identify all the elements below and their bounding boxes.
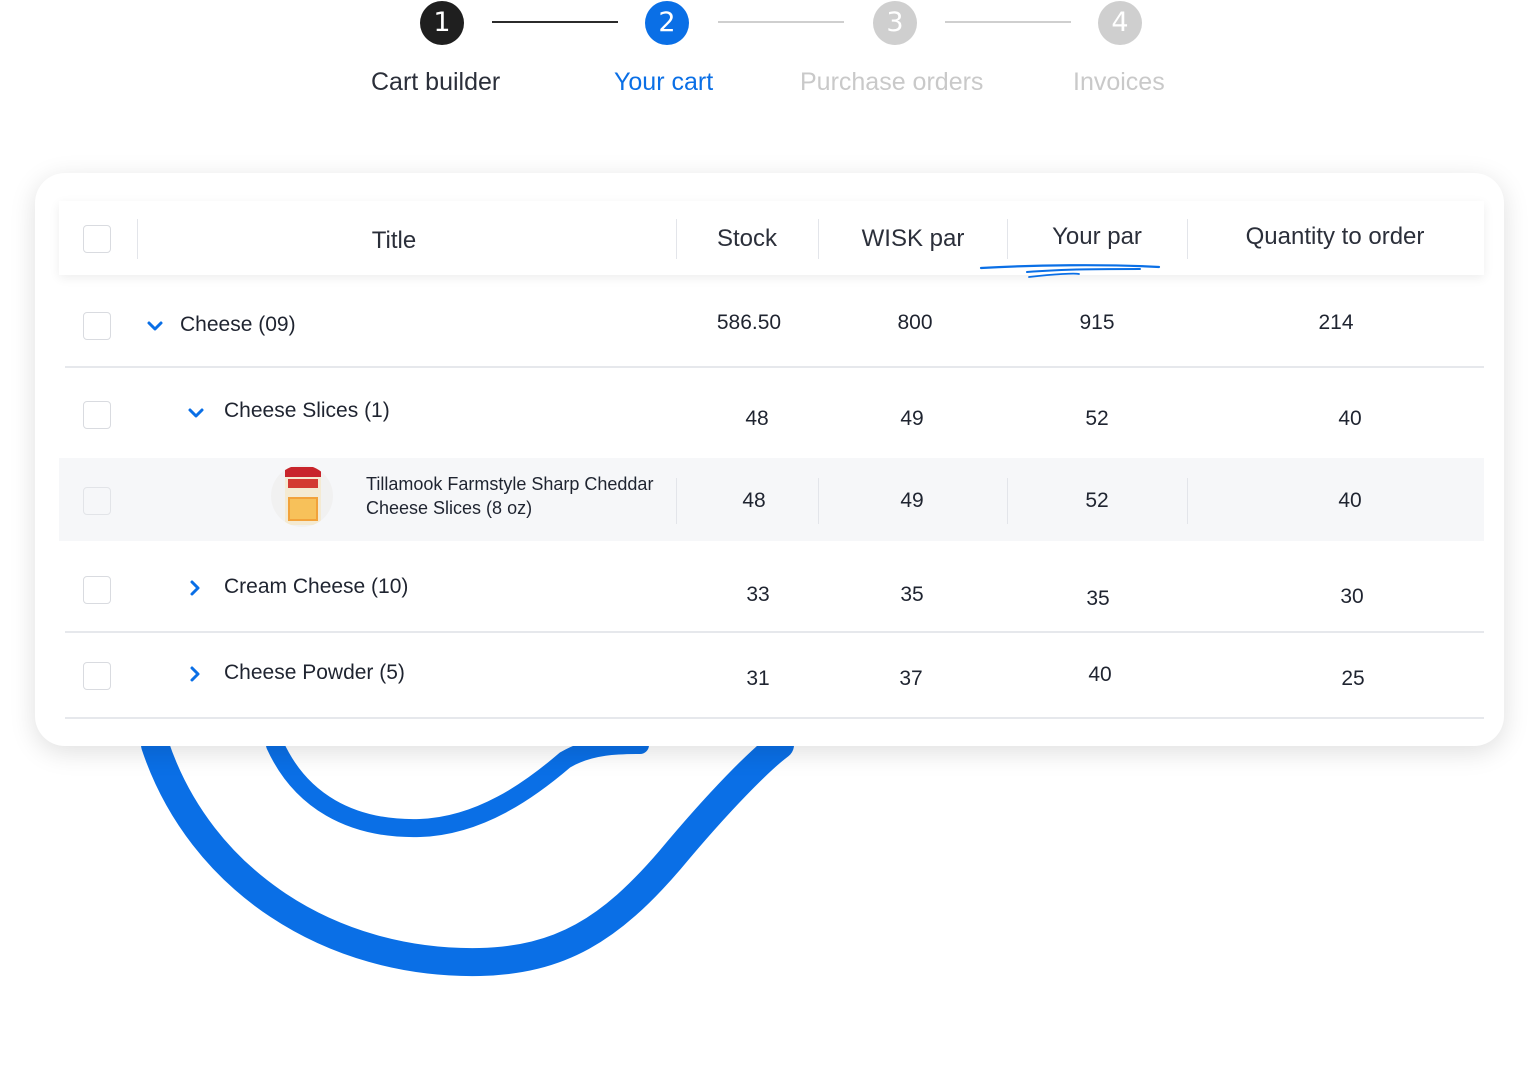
product-image <box>271 465 333 527</box>
row-checkbox[interactable] <box>83 401 111 429</box>
cheese-package-icon <box>285 467 321 525</box>
column-divider <box>676 219 677 259</box>
chevron-down-icon[interactable] <box>145 316 165 336</box>
step-label: Your cart <box>614 68 714 96</box>
column-header-title[interactable]: Title <box>372 227 416 255</box>
wisk-par-value: 49 <box>900 407 924 430</box>
stepper-connector <box>492 21 618 23</box>
your-par-value: 40 <box>1088 663 1112 686</box>
stock-value: 33 <box>746 583 770 606</box>
quantity-to-order-value: 214 <box>1318 311 1354 334</box>
row-divider <box>65 366 1484 368</box>
column-divider <box>818 478 819 524</box>
stepper-connector <box>718 21 844 23</box>
column-header-wisk-par[interactable]: WISK par <box>862 225 965 253</box>
quantity-to-order-value: 40 <box>1338 407 1362 430</box>
wisk-par-value: 35 <box>900 583 924 606</box>
step-number-badge: 2 <box>645 1 689 45</box>
stepper-connector <box>945 21 1071 23</box>
stock-value: 31 <box>746 667 770 690</box>
row-checkbox[interactable] <box>83 487 111 515</box>
stock-value: 48 <box>745 407 769 430</box>
your-par-value: 52 <box>1085 489 1109 512</box>
step-number-badge: 3 <box>873 1 917 45</box>
column-divider <box>1007 219 1008 259</box>
column-header-quantity-to-order[interactable]: Quantity to order <box>1246 223 1425 251</box>
row-checkbox[interactable] <box>83 662 111 690</box>
step-label: Purchase orders <box>800 68 984 96</box>
chevron-right-icon[interactable] <box>185 664 205 684</box>
cart-table-card: Title Stock WISK par Your par Quantity t… <box>35 173 1504 746</box>
your-par-value: 52 <box>1085 407 1109 430</box>
row-divider <box>65 631 1484 633</box>
wisk-par-value: 800 <box>897 311 933 334</box>
row-divider <box>65 717 1484 719</box>
column-divider <box>1007 478 1008 524</box>
your-par-value: 35 <box>1086 587 1110 610</box>
wisk-par-value: 49 <box>900 489 924 512</box>
column-divider <box>676 478 677 524</box>
step-number-badge: 4 <box>1098 1 1142 45</box>
column-divider <box>1187 219 1188 259</box>
chevron-right-icon[interactable] <box>185 578 205 598</box>
table-header: Title Stock WISK par Your par Quantity t… <box>59 201 1484 275</box>
row-checkbox[interactable] <box>83 576 111 604</box>
stock-value: 48 <box>742 489 766 512</box>
step-label: Invoices <box>1073 68 1165 96</box>
quantity-to-order-value: 40 <box>1338 489 1362 512</box>
your-par-underline <box>979 264 1161 278</box>
row-title: Cheese Powder (5) <box>224 661 405 684</box>
product-title[interactable]: Tillamook Farmstyle Sharp Cheddar Cheese… <box>366 472 666 520</box>
stock-value: 586.50 <box>716 311 782 334</box>
row-title: Cream Cheese (10) <box>224 575 409 598</box>
column-divider <box>137 219 138 259</box>
column-header-your-par[interactable]: Your par <box>1052 223 1142 251</box>
quantity-to-order-value: 25 <box>1341 667 1365 690</box>
row-title: Cheese Slices (1) <box>224 399 390 422</box>
column-header-stock[interactable]: Stock <box>717 225 777 253</box>
select-all-checkbox[interactable] <box>83 225 111 253</box>
chevron-down-icon[interactable] <box>186 403 206 423</box>
your-par-value: 915 <box>1079 311 1115 334</box>
row-title: Cheese (09) <box>180 313 296 336</box>
column-divider <box>818 219 819 259</box>
step-number-badge: 1 <box>420 1 464 45</box>
column-divider <box>1187 478 1188 524</box>
row-checkbox[interactable] <box>83 312 111 340</box>
quantity-to-order-value: 30 <box>1340 585 1364 608</box>
step-label: Cart builder <box>371 68 501 96</box>
wisk-par-value: 37 <box>899 667 923 690</box>
